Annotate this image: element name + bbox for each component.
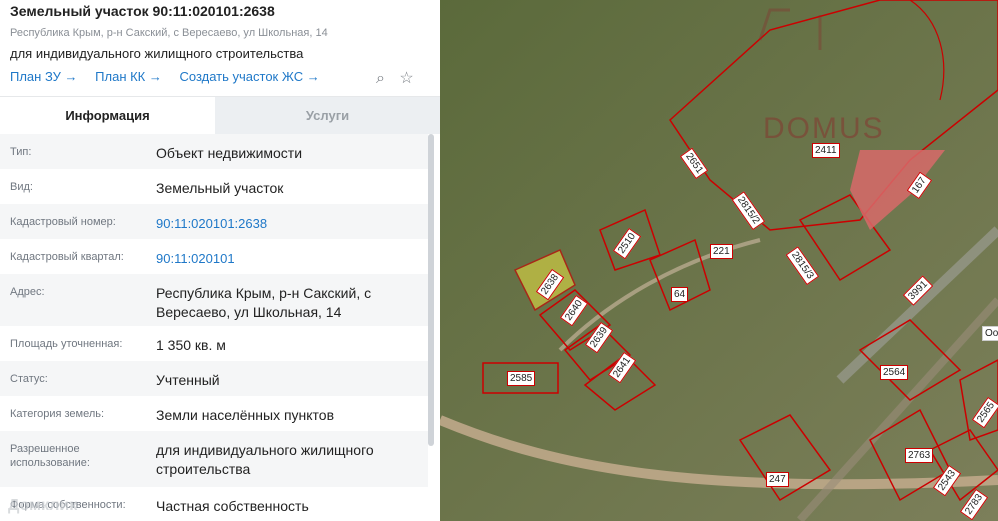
create-parcel-link[interactable]: Создать участок ЖС → <box>180 69 320 84</box>
star-icon[interactable]: ☆ <box>399 70 413 87</box>
plan-zu-link[interactable]: План ЗУ → <box>10 69 78 84</box>
detail-row: Тип: Объект недвижимости <box>0 134 428 169</box>
detail-value: Учтенный <box>156 372 220 388</box>
info-panel: Земельный участок 90:11:020101:2638 Респ… <box>0 0 440 521</box>
detail-key: Кадастровый квартал: <box>10 251 124 263</box>
parcel-label-221[interactable]: 221 <box>710 244 733 259</box>
detail-value: 1 350 кв. м <box>156 337 226 353</box>
detail-value: Республика Крым, р-н Сакский, с Вересаев… <box>156 285 372 320</box>
cadastral-number-link[interactable]: 90:11:020101:2638 <box>156 214 406 233</box>
parcel-label-64[interactable]: 64 <box>671 287 689 302</box>
detail-value: для индивидуального жилищного строительс… <box>156 442 374 477</box>
satellite-map[interactable]: DOMUS 2638 2640 2639 2641 2585 2510 64 2… <box>440 0 998 521</box>
detail-value: Земельный участок <box>156 180 284 196</box>
detail-key: Адрес: <box>10 286 45 298</box>
map-svg <box>440 0 998 521</box>
tab-services[interactable]: Услуги <box>215 97 440 134</box>
detail-key: Вид: <box>10 181 33 193</box>
detail-key: Площадь уточненная: <box>10 338 123 350</box>
tabs: Информация Услуги <box>0 96 440 134</box>
object-purpose: для индивидуального жилищного строительс… <box>10 46 304 61</box>
detail-key: Кадастровый номер: <box>10 216 116 228</box>
detail-row: Разрешенное использование: для индивидуал… <box>0 431 428 487</box>
plan-kk-link[interactable]: План КК → <box>95 69 162 84</box>
detail-key: Категория земель: <box>10 408 105 420</box>
detail-key: Тип: <box>10 146 32 158</box>
detail-row: Кадастровый квартал: 90:11:020101 <box>0 239 428 274</box>
detail-value: Земли населённых пунктов <box>156 407 335 423</box>
cadastral-block-link[interactable]: 90:11:020101 <box>156 249 406 268</box>
detail-key: Разрешенное использование: <box>10 443 90 469</box>
scrollbar[interactable] <box>428 134 434 446</box>
detail-row: Адрес: Республика Крым, р-н Сакский, с Ве… <box>0 274 428 326</box>
detail-row: Площадь уточненная: 1 350 кв. м <box>0 326 428 361</box>
street-label: Ооо <box>982 326 998 341</box>
parcel-label-2585[interactable]: 2585 <box>507 371 536 386</box>
parcel-label-2763[interactable]: 2763 <box>905 448 934 463</box>
parcel-label-2564[interactable]: 2564 <box>880 365 909 380</box>
detail-row: Категория земель: Земли населённых пункто… <box>0 396 428 431</box>
object-address: Республика Крым, р-н Сакский, с Вересаев… <box>10 27 328 39</box>
details-list: Тип: Объект недвижимости Вид: Земельный уч… <box>0 134 428 521</box>
search-map-icon[interactable]: ⌕ <box>376 70 385 87</box>
page-title: Земельный участок 90:11:020101:2638 <box>10 3 275 19</box>
tool-icons: ⌕ ☆ <box>376 68 424 88</box>
tab-info[interactable]: Информация <box>0 97 215 134</box>
detail-key: Статус: <box>10 373 48 385</box>
detail-value: Частная собственность <box>156 498 309 514</box>
detail-value: Объект недвижимости <box>156 145 303 161</box>
detail-row: Кадастровый номер: 90:11:020101:2638 <box>0 204 428 239</box>
parcel-label-247[interactable]: 247 <box>766 472 789 487</box>
domclick-watermark: Домклик <box>8 497 78 514</box>
detail-row: Статус: Учтенный <box>0 361 428 396</box>
parcel-label-2411[interactable]: 2411 <box>812 143 840 158</box>
action-links: План ЗУ → План КК → Создать участок ЖС → <box>10 69 334 84</box>
detail-row: Вид: Земельный участок <box>0 169 428 204</box>
domus-logo: DOMUS <box>763 112 885 145</box>
